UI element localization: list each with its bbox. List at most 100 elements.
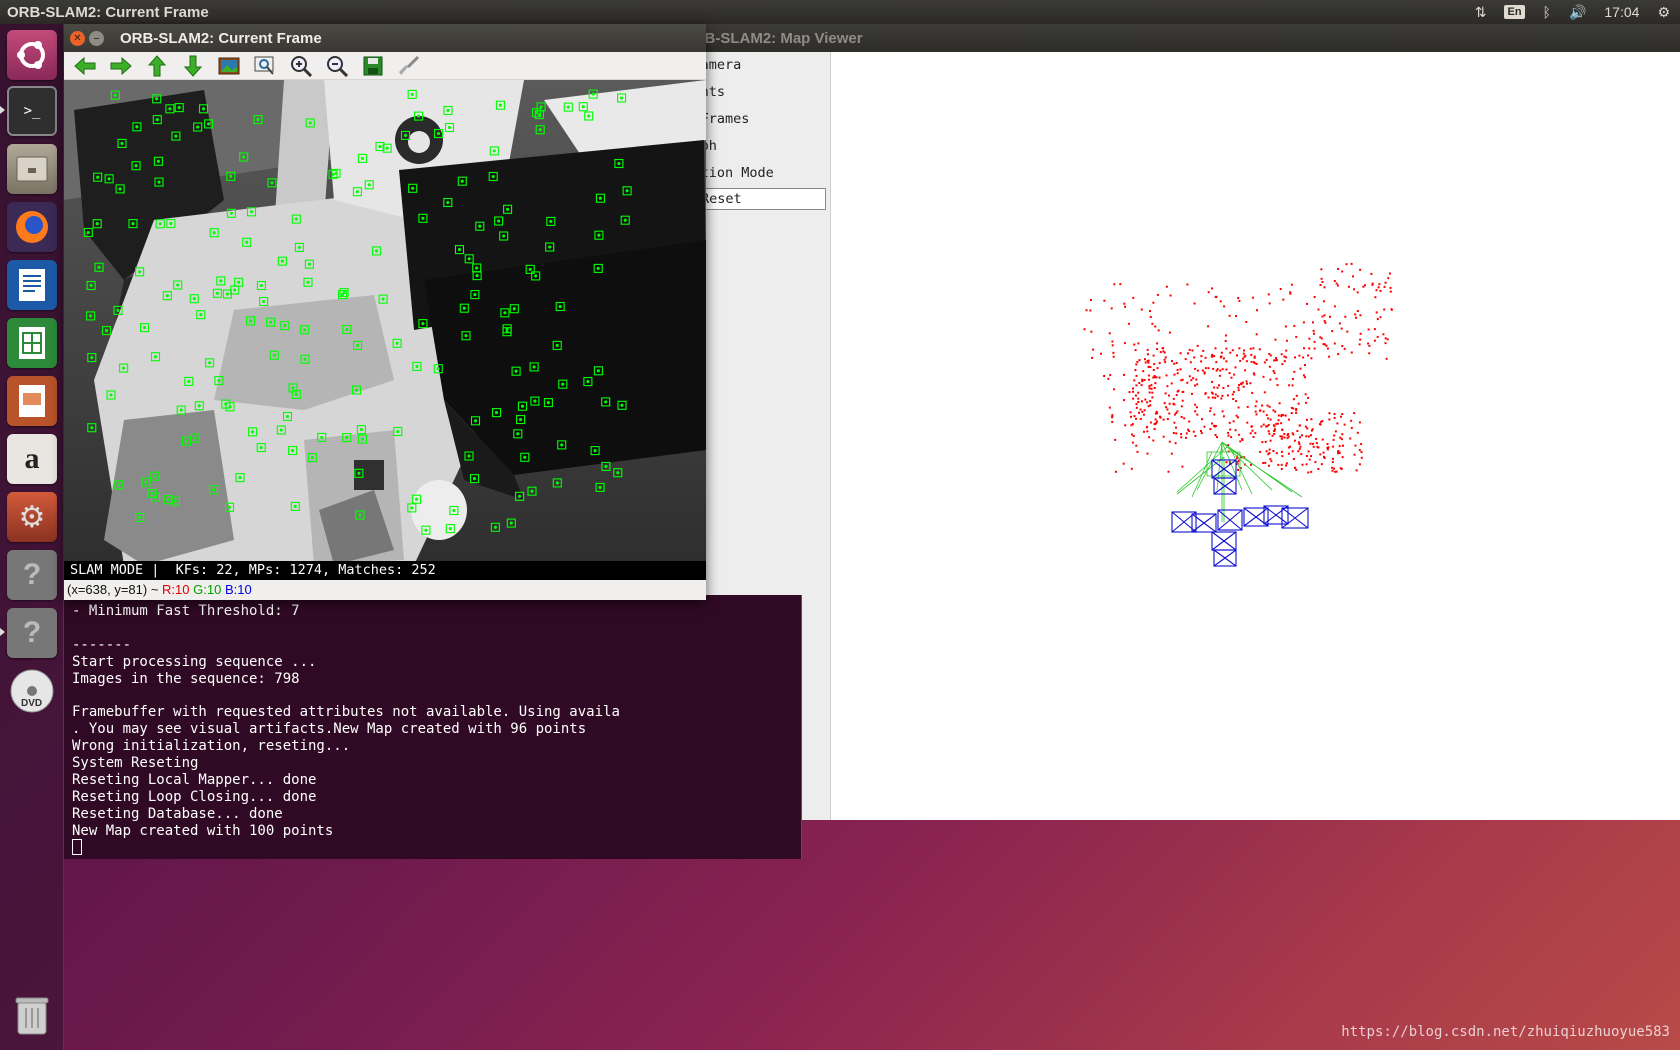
- map-point: [1268, 448, 1271, 451]
- zoom-out-icon[interactable]: [320, 53, 354, 79]
- arrow-up-icon[interactable]: [140, 53, 174, 79]
- calc-icon[interactable]: [7, 318, 57, 368]
- dvd-icon[interactable]: DVD: [7, 666, 57, 716]
- feature-center: [555, 343, 559, 347]
- map-3d-view[interactable]: [832, 52, 1680, 820]
- map-viewer-titlebar[interactable]: ORB-SLAM2: Map Viewer: [658, 24, 1680, 52]
- map-point: [1321, 281, 1324, 283]
- map-point: [1174, 442, 1177, 445]
- map-point: [1139, 417, 1142, 420]
- map-point: [1312, 445, 1315, 448]
- brush-icon[interactable]: [392, 53, 426, 79]
- map-point: [1108, 332, 1111, 335]
- clock[interactable]: 17:04: [1604, 4, 1639, 20]
- files-icon[interactable]: [7, 144, 57, 194]
- arrow-left-icon[interactable]: [68, 53, 102, 79]
- map-point: [1193, 356, 1196, 359]
- arrow-right-icon[interactable]: [104, 53, 138, 79]
- map-point: [1149, 404, 1152, 407]
- map-point: [1297, 450, 1300, 453]
- trash-icon[interactable]: [7, 990, 57, 1040]
- impress-icon[interactable]: [7, 376, 57, 426]
- map-point: [1268, 405, 1271, 408]
- map-point: [1328, 418, 1331, 421]
- feature-center: [345, 436, 349, 440]
- map-point: [1196, 344, 1199, 347]
- map-point: [1315, 437, 1318, 440]
- volume-icon[interactable]: 🔊: [1569, 4, 1586, 21]
- save-icon[interactable]: [356, 53, 390, 79]
- feature-center: [530, 489, 534, 493]
- map-point: [1152, 354, 1155, 357]
- feature-center: [117, 483, 121, 487]
- unknown-app-icon[interactable]: ?: [7, 550, 57, 600]
- settings-icon[interactable]: ⚙: [7, 492, 57, 542]
- map-point: [1214, 434, 1217, 436]
- map-point: [1236, 354, 1238, 357]
- feature-center: [446, 108, 450, 113]
- map-point: [1306, 302, 1308, 305]
- map-point: [1146, 430, 1149, 433]
- amazon-icon[interactable]: a: [7, 434, 57, 484]
- gear-icon[interactable]: ⚙: [1657, 4, 1670, 21]
- map-point: [1298, 447, 1301, 450]
- terminal-icon[interactable]: >_: [7, 86, 57, 136]
- map-point: [1334, 430, 1337, 433]
- current-frame-titlebar[interactable]: ✕ – ORB-SLAM2: Current Frame: [64, 24, 706, 52]
- map-point: [1163, 402, 1166, 405]
- image-icon[interactable]: [212, 53, 246, 79]
- map-point: [1194, 410, 1197, 413]
- map-point: [1299, 436, 1301, 439]
- map-point: [1301, 463, 1304, 466]
- map-point: [1173, 373, 1176, 376]
- map-point: [1156, 348, 1159, 351]
- map-point: [1137, 342, 1140, 345]
- map-point: [1100, 352, 1102, 355]
- feature-center: [502, 234, 506, 238]
- map-point: [1237, 406, 1240, 409]
- map-point: [1246, 382, 1248, 385]
- map-point: [1301, 434, 1303, 437]
- map-point: [1232, 390, 1235, 393]
- writer-icon[interactable]: [7, 260, 57, 310]
- feature-center: [354, 388, 359, 392]
- feature-center: [532, 365, 536, 369]
- map-point: [1387, 277, 1390, 280]
- map-point: [1237, 468, 1239, 471]
- feature-center: [467, 454, 471, 458]
- network-icon[interactable]: ⇅: [1475, 4, 1487, 21]
- firefox-icon[interactable]: [7, 202, 57, 252]
- zoom-in-icon[interactable]: [284, 53, 318, 79]
- map-point: [1333, 467, 1335, 470]
- map-point: [1283, 355, 1286, 358]
- feature-center: [192, 297, 196, 301]
- zoom-fit-icon[interactable]: [248, 53, 282, 79]
- map-point: [1262, 423, 1265, 426]
- map-point: [1180, 436, 1183, 439]
- minimize-icon[interactable]: –: [89, 30, 104, 46]
- unknown-app-icon[interactable]: ?: [7, 608, 57, 658]
- keyboard-layout-indicator[interactable]: En: [1504, 5, 1525, 19]
- map-point: [1127, 322, 1130, 325]
- feature-center: [620, 96, 624, 100]
- map-point: [1152, 301, 1155, 304]
- ubuntu-logo-icon[interactable]: [7, 30, 57, 80]
- map-point: [1135, 374, 1138, 377]
- close-icon[interactable]: ✕: [70, 30, 85, 46]
- map-point: [1279, 288, 1282, 290]
- map-point: [1342, 444, 1344, 447]
- map-point: [1353, 453, 1356, 456]
- map-point: [1344, 315, 1347, 318]
- feature-center: [360, 156, 364, 160]
- map-point: [1223, 305, 1226, 308]
- bluetooth-icon[interactable]: ᛒ: [1543, 4, 1551, 20]
- feature-center: [549, 219, 553, 223]
- map-point: [1360, 456, 1363, 459]
- map-point: [1304, 364, 1306, 366]
- map-point: [1337, 452, 1340, 455]
- feature-center: [156, 159, 160, 163]
- terminal-window[interactable]: - Minimum Fast Threshold: 7 ------- Start …: [64, 595, 802, 859]
- camera-frame-image[interactable]: [64, 80, 706, 565]
- arrow-down-icon[interactable]: [176, 53, 210, 79]
- map-point: [1162, 350, 1165, 353]
